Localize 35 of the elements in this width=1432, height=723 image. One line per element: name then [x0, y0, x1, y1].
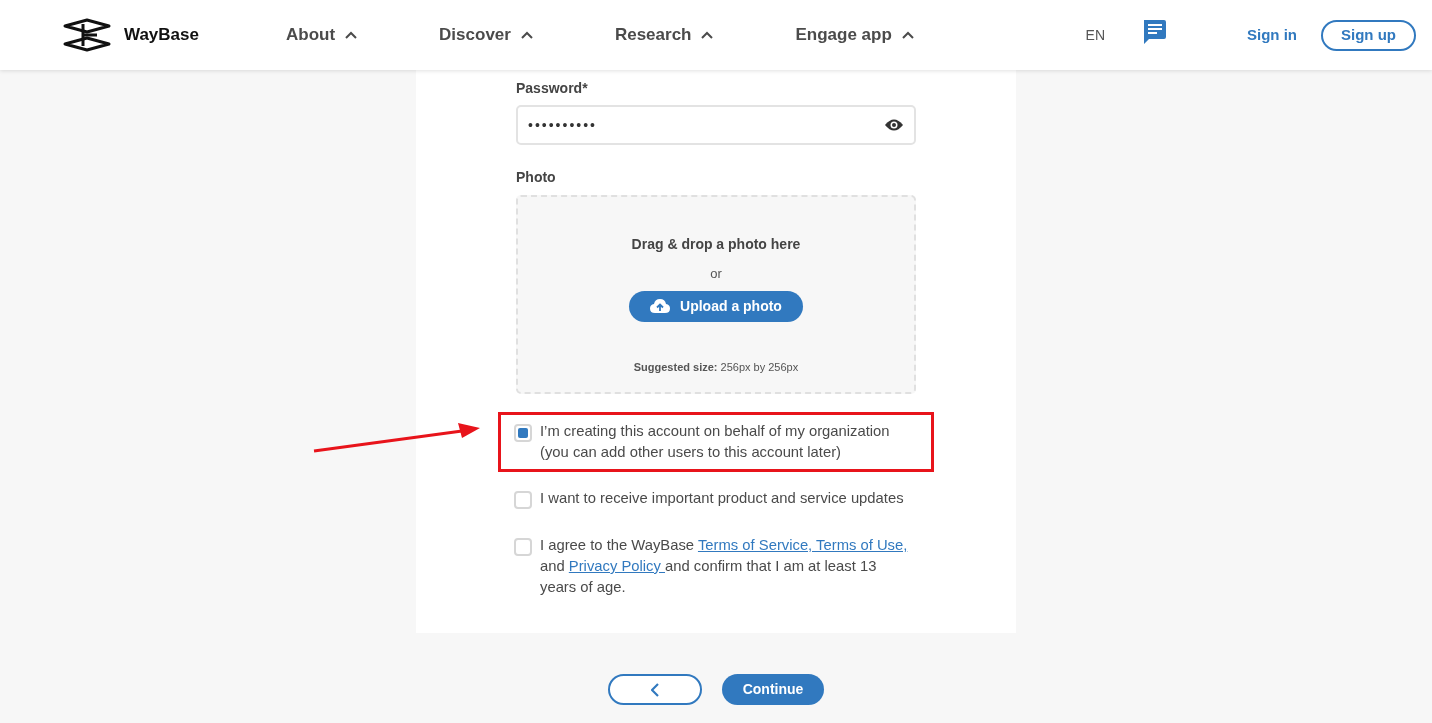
chevron-up-icon: [520, 31, 533, 39]
chat-icon[interactable]: [1141, 18, 1167, 44]
eye-icon[interactable]: [884, 118, 904, 132]
policy-link[interactable]: Terms of Service, Terms of Use,: [697, 537, 908, 553]
back-button[interactable]: [608, 674, 702, 705]
field-label: Photo: [516, 168, 557, 187]
brand-name: WayBase: [124, 24, 199, 47]
policy-link[interactable]: Privacy Policy: [568, 558, 665, 574]
chevron-left-icon: [651, 682, 659, 697]
sign-in-link[interactable]: Sign in: [1247, 23, 1297, 47]
nav-menu[interactable]: Discover: [439, 22, 533, 48]
chevron-up-icon: [701, 31, 714, 39]
checkbox[interactable]: [514, 538, 532, 556]
logo-icon: [62, 18, 112, 52]
size-hint: Suggested size: 256px by 256px: [633, 359, 799, 375]
checkbox[interactable]: [514, 424, 532, 442]
drop-instruction: Drag & drop a photo here: [631, 235, 801, 254]
cloud-upload-icon: [650, 299, 671, 313]
nav-menu[interactable]: About: [286, 22, 358, 48]
continue-button[interactable]: Continue: [722, 674, 824, 705]
nav-menu[interactable]: Research: [614, 22, 714, 48]
photo-drop-zone[interactable]: Drag & drop a photo here or Upload a photo Suggested size: 256px by 256px: [516, 195, 916, 394]
checkbox-label: I want to receive important product and service updates: [540, 489, 905, 508]
password-field[interactable]: ••••••••••: [516, 105, 916, 145]
field-label: Password*: [516, 79, 589, 98]
checkbox-label: I’m creating this account on behalf of my organization (you can add other users to this account later): [540, 422, 891, 462]
checkbox[interactable]: [514, 491, 532, 509]
upload-photo-button[interactable]: Upload a photo: [629, 290, 803, 322]
chevron-up-icon: [345, 31, 358, 39]
checkbox-label: I agree to the WayBase Terms of Service, Terms of Use, and Privacy Policy and confirm that I am at least 13 years of age.: [540, 536, 909, 597]
sign-up-button[interactable]: Sign up: [1321, 19, 1416, 51]
nav-menu[interactable]: Engage app: [795, 22, 914, 48]
chevron-up-icon: [901, 31, 914, 39]
or-text: or: [710, 265, 722, 283]
language-selector[interactable]: EN: [1085, 24, 1105, 46]
